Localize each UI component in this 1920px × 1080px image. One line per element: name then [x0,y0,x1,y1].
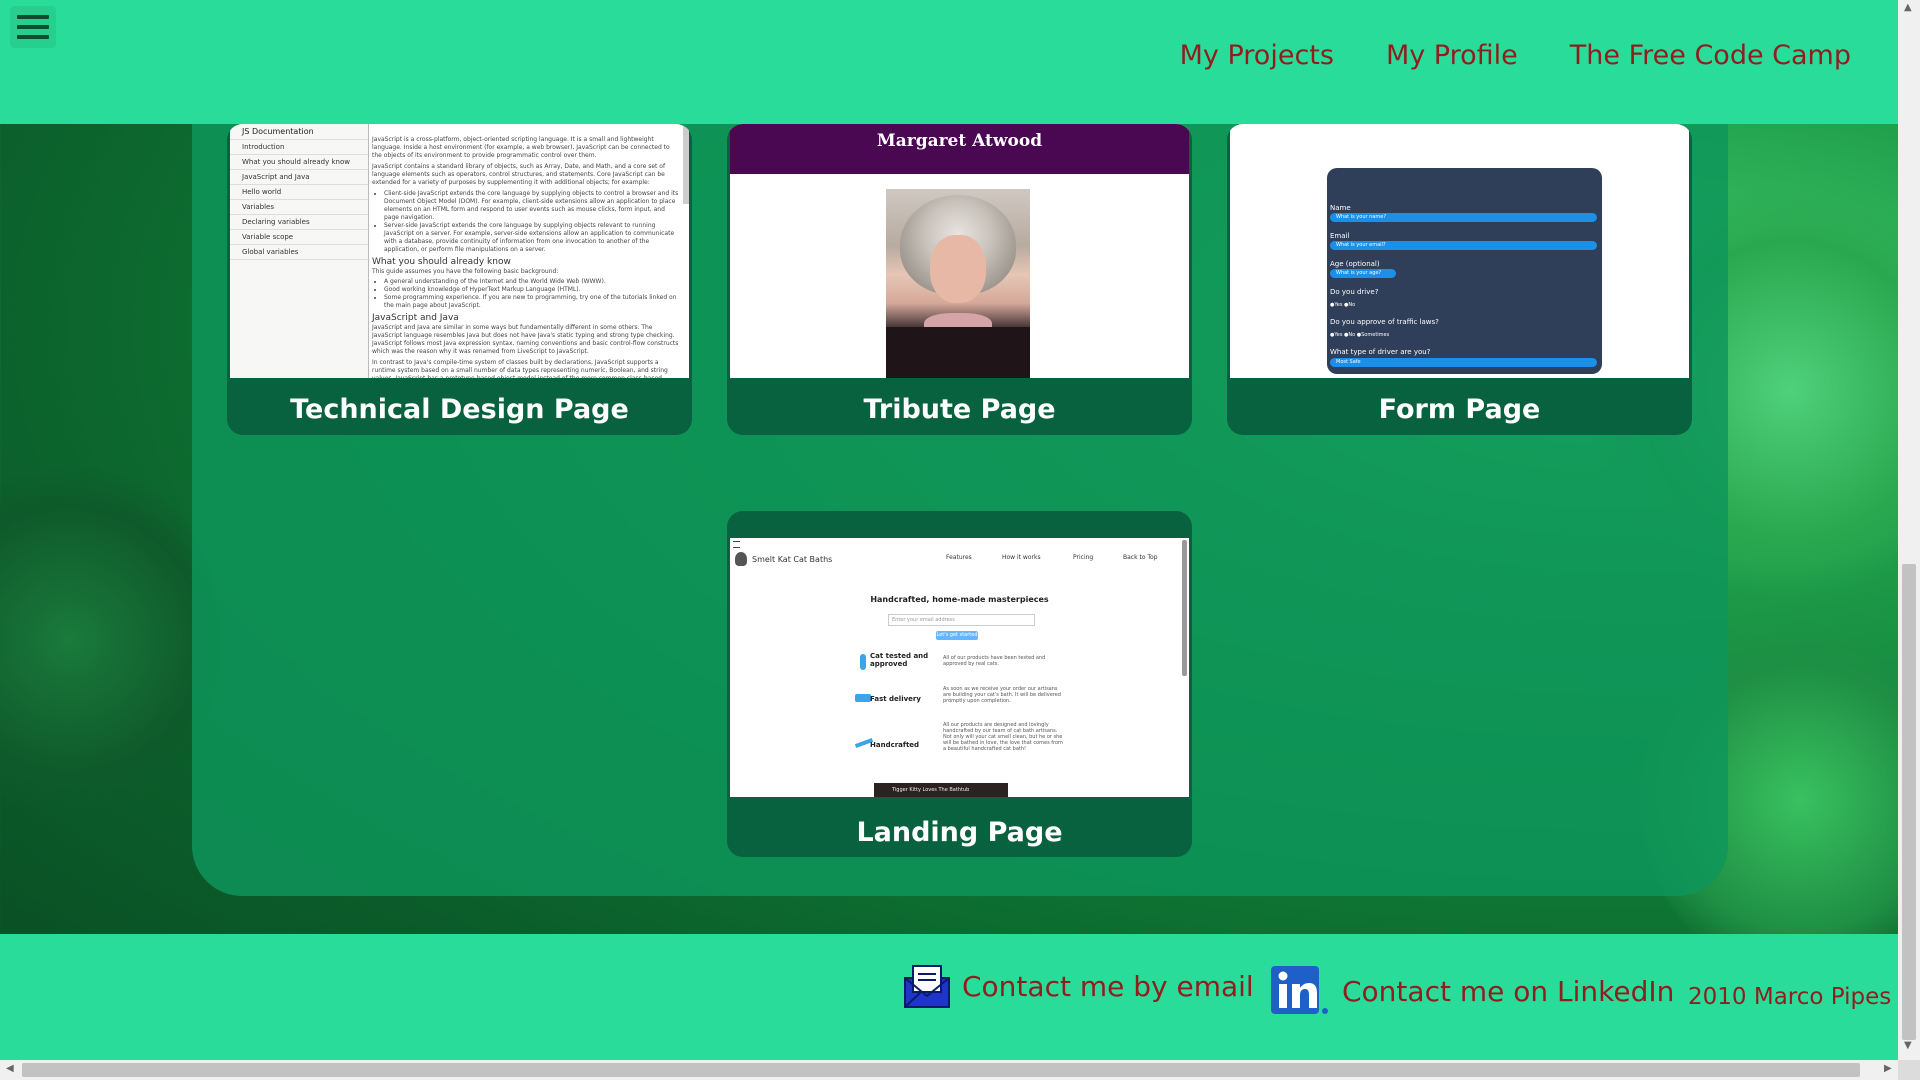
scroll-up-arrow-icon[interactable]: ▲ [1904,2,1912,13]
nav-link-my-projects[interactable]: My Projects [1180,40,1334,71]
form-preview: Traffic Survey Do YOU have a ticket to r… [1230,124,1689,378]
preview-list: A general understanding of the Internet … [372,278,681,310]
preview-form-select: Most Safe [1330,358,1597,367]
preview-sidebar: JS Documentation Introduction What you s… [230,124,369,378]
preview-list-item: A general understanding of the Internet … [384,278,681,286]
preview-nav-item: Back to Top [1123,554,1158,561]
preview-list-item: Client-side JavaScript extends the core … [384,190,681,222]
project-card-landing[interactable]: Smelt Kat Cat Baths Features How it work… [727,511,1192,857]
preview-form-input: What is your email? [1330,241,1597,250]
preview-list: Client-side JavaScript extends the core … [372,190,681,254]
copyright-text: 2010 Marco Pipes [1688,984,1892,1010]
preview-paragraph: This guide assumes you have the followin… [372,268,559,275]
preview-main-text: JavaScript is a cross-platform, object-o… [372,124,681,378]
landing-preview: Smelt Kat Cat Baths Features How it work… [730,538,1189,797]
vertical-scrollbar-thumb[interactable] [1902,564,1916,1040]
preview-form-subtitle: Do YOU have a ticket to ride? [1408,146,1511,154]
project-card-form[interactable]: Traffic Survey Do YOU have a ticket to r… [1227,124,1692,435]
navbar: My Projects My Profile The Free Code Cam… [0,0,1898,124]
preview-list-item: Server-side JavaScript extends the core … [384,222,681,254]
preview-list-item: Some programming experience. If you are … [384,294,681,310]
preview-sidebar-item: Introduction [230,140,368,155]
scroll-left-arrow-icon[interactable]: ◀ [6,1063,14,1074]
projects-panel: JS Documentation Introduction What you s… [192,80,1728,896]
preview-sidebar-title: JS Documentation [230,124,368,140]
preview-paragraph: JavaScript contains a standard library o… [372,163,666,186]
nav-links: My Projects My Profile The Free Code Cam… [1180,40,1851,71]
preview-sidebar-item: Global variables [230,245,368,260]
preview-form-options: ●Yes ●No [1330,302,1356,308]
preview-form-options: ●Yes ●No ●Sometimes [1330,332,1390,338]
linkedin-icon [1271,966,1328,1014]
nav-link-my-profile[interactable]: My Profile [1386,40,1518,71]
preview-paragraph: JavaScript and Java are similar in some … [372,324,679,355]
preview-tribute-title: Margaret Atwood [730,124,1189,174]
preview-cta-button: Let's get started [936,631,978,640]
preview-cat-icon [860,654,866,670]
preview-hamburger-icon [733,541,740,548]
preview-feature-desc: All our products are designed and loving… [943,722,1063,752]
contact-email-link[interactable]: Contact me by email [904,964,1254,1008]
preview-heading: What you should already know [372,257,511,267]
preview-truck-icon [855,694,871,702]
tribute-portrait-image [886,189,1030,378]
preview-list-item: Good working knowledge of HyperText Mark… [384,286,681,294]
preview-sidebar-item: Declaring variables [230,215,368,230]
preview-form-label: Do you drive? [1330,288,1379,296]
preview-form-input: What is your age? [1330,269,1396,278]
preview-brand: Smelt Kat Cat Baths [752,555,833,564]
scroll-down-arrow-icon[interactable]: ▼ [1904,1040,1912,1051]
preview-paragraph: JavaScript is a cross-platform, object-o… [372,136,670,159]
project-caption: Form Page [1378,394,1541,425]
preview-form-label: Age (optional) [1330,260,1380,268]
scrollbar-corner [1898,1060,1920,1080]
preview-form-label: Name [1330,204,1351,212]
technical-design-preview: JS Documentation Introduction What you s… [230,124,689,378]
preview-feature-desc: As soon as we receive your order our art… [943,686,1061,704]
project-caption: Tribute Page [863,394,1056,425]
contact-linkedin-text: Contact me on LinkedIn [1342,974,1675,1008]
preview-nav-item: Pricing [1073,554,1094,561]
project-card-tribute[interactable]: Margaret Atwood Tribute Page [727,124,1192,435]
preview-form-label: What type of driver are you? [1330,348,1431,356]
preview-video: Tigger Kitty Loves The Bathtub [874,783,1008,797]
preview-heading: JavaScript and Java [372,313,459,323]
tribute-preview: Margaret Atwood [730,124,1189,378]
preview-feature-desc: All of our products have been tested and… [943,655,1046,667]
preview-scrollbar [1182,540,1187,676]
preview-sidebar-item: Hello world [230,185,368,200]
preview-form-title: Traffic Survey [1391,124,1528,148]
preview-nav-item: Features [946,554,972,561]
contact-linkedin-link[interactable]: Contact me on LinkedIn [1270,964,1674,1018]
preview-paragraph: In contrast to Java's compile-time syste… [372,359,668,378]
horizontal-scrollbar-thumb[interactable] [22,1063,1860,1077]
preview-feature-title: Cat tested and approved [870,652,929,668]
preview-form-label: Do you approve of traffic laws? [1330,318,1439,326]
vertical-scrollbar[interactable]: ▲ ▼ [1898,0,1920,1060]
preview-sidebar-item: What you should already know [230,155,368,170]
preview-form-label: Email [1330,232,1350,240]
hamburger-menu-icon[interactable] [10,6,56,48]
envelope-icon [904,965,950,1008]
project-caption: Landing Page [856,817,1063,848]
project-card-technical-design[interactable]: JS Documentation Introduction What you s… [227,124,692,435]
preview-nav-item: How it works [1002,554,1041,561]
contact-email-text: Contact me by email [962,969,1254,1003]
preview-scrollbar [683,124,689,204]
scroll-right-arrow-icon[interactable]: ▶ [1884,1063,1892,1074]
preview-sidebar-item: Variables [230,200,368,215]
preview-sidebar-item: JavaScript and Java [230,170,368,185]
preview-cat-logo-icon [735,552,747,566]
nav-link-free-code-camp[interactable]: The Free Code Camp [1570,40,1851,71]
background-cactus-shape [0,450,220,830]
horizontal-scrollbar[interactable]: ◀ ▶ [0,1060,1898,1080]
preview-headline: Handcrafted, home-made masterpieces [870,595,1049,604]
project-caption: Technical Design Page [290,394,629,425]
preview-email-field: Enter your email address [888,614,1035,626]
preview-sidebar-item: Variable scope [230,230,368,245]
preview-feature-title: Fast delivery [870,695,921,703]
preview-form-input: What is your name? [1330,213,1597,222]
preview-feature-title: Handcrafted [870,741,920,749]
